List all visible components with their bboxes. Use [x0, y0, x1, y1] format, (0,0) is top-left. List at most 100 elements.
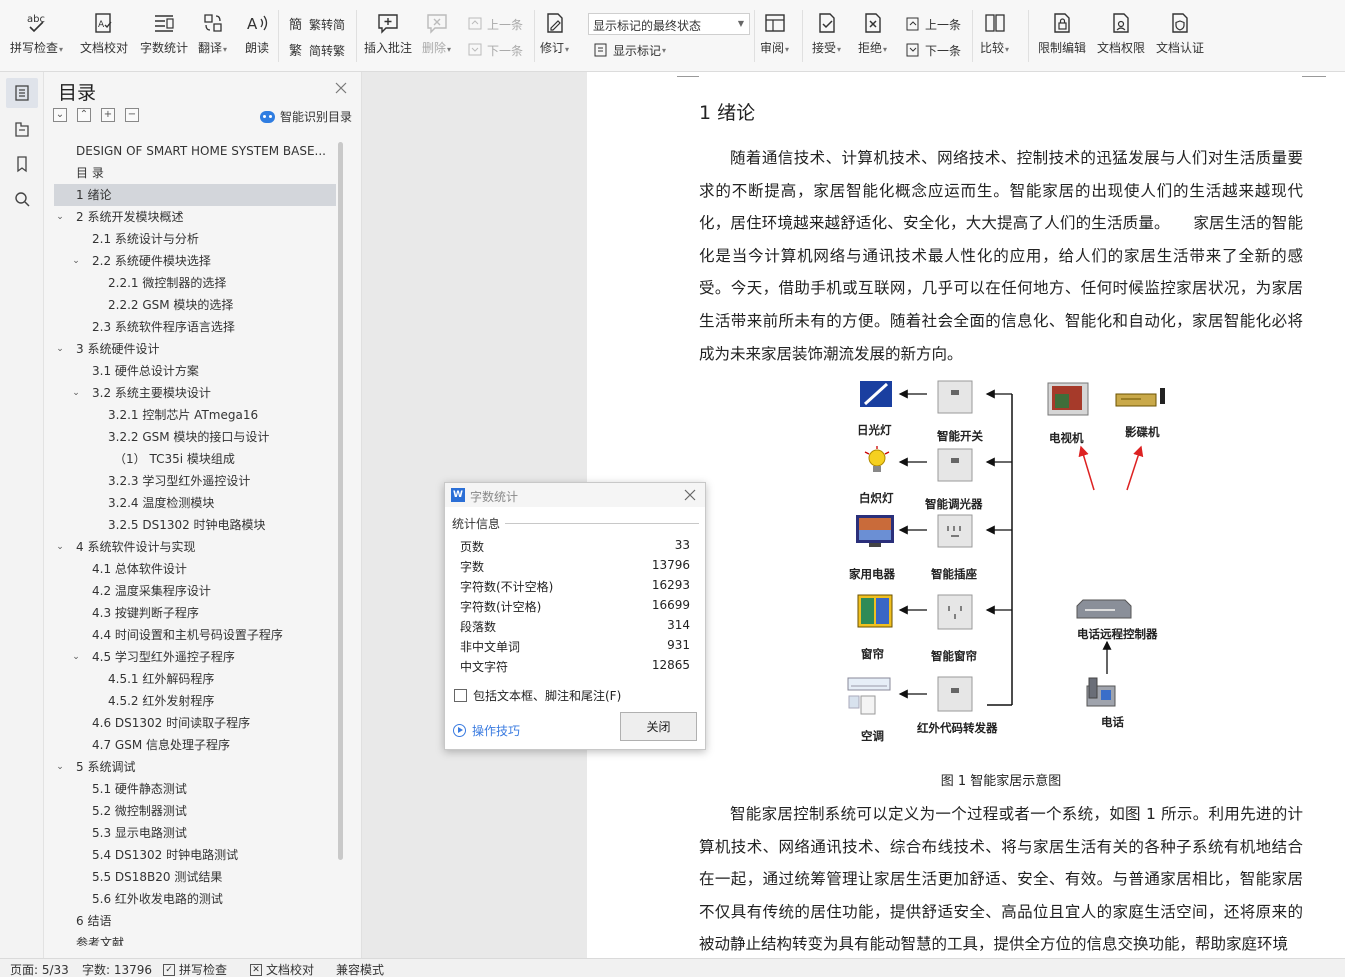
toc-item[interactable]: 5.3 显示电路测试	[54, 822, 336, 844]
toc-item[interactable]: ⌄ 2 系统开发模块概述	[54, 206, 336, 228]
left-nav-strip	[0, 72, 44, 958]
word-count-indicator[interactable]: 字数: 13796	[82, 961, 152, 977]
toc-item[interactable]: 4.6 DS1302 时间读取子程序	[54, 712, 336, 734]
restrict-edit-button[interactable]: 限制编辑	[1038, 8, 1086, 64]
spell-check-button[interactable]: abc 拼写检查▾	[10, 8, 63, 64]
doc-proofread-button[interactable]: A 文档校对	[80, 8, 128, 64]
toc-pane-button[interactable]	[6, 78, 38, 108]
doc-permission-button[interactable]: 文档权限	[1097, 8, 1145, 64]
toc-scrollbar[interactable]	[338, 142, 343, 860]
toc-item[interactable]: ⌄ 5 系统调试	[54, 756, 336, 778]
toc-item-label: 参考文献	[76, 936, 125, 946]
toc-item[interactable]: 2.3 系统软件程序语言选择	[54, 316, 336, 338]
toc-item[interactable]: 4.7 GSM 信息处理子程序	[54, 734, 336, 756]
toc-item[interactable]: 3.2.3 学习型红外遥控设计	[54, 470, 336, 492]
smart-toc-button[interactable]: 智能识别目录	[260, 108, 352, 125]
toc-item[interactable]: 5.6 红外收发电路的测试	[54, 888, 336, 910]
toc-item[interactable]: 3.2.2 GSM 模块的接口与设计	[54, 426, 336, 448]
page-indicator[interactable]: 页面: 5/33	[10, 961, 69, 977]
toc-item[interactable]: ⌄ 3 系统硬件设计	[54, 338, 336, 360]
close-icon[interactable]	[334, 81, 348, 95]
close-icon[interactable]	[683, 488, 697, 502]
tips-link[interactable]: 操作技巧	[453, 722, 520, 739]
show-markup-button[interactable]: 显示标记 ▾	[592, 40, 666, 60]
close-button[interactable]: 关闭	[620, 712, 697, 741]
toc-item-label: 4.3 按键判断子程序	[92, 606, 199, 620]
chevron-down-icon[interactable]: ⌄	[54, 206, 66, 228]
chevron-down-icon[interactable]: ⌄	[70, 382, 82, 404]
section-heading: 1 绪论	[699, 102, 756, 124]
toc-item[interactable]: （1） TC35i 模块组成	[54, 448, 336, 470]
wps-logo-icon: W	[451, 488, 465, 502]
collapse-minus-icon[interactable]: −	[125, 108, 139, 122]
toc-item[interactable]: 4.5.2 红外发射程序	[54, 690, 336, 712]
stats-label: 字符数(不计空格)	[460, 580, 554, 594]
toc-item[interactable]: DESIGN OF SMART HOME SYSTEM BASE...	[54, 140, 336, 162]
toc-item-label: 3.2.1 控制芯片 ATmega16	[108, 408, 259, 422]
collapse-up-icon[interactable]: ⌃	[77, 108, 91, 122]
review-pane-button[interactable]: 审阅▾	[760, 8, 789, 64]
toc-item[interactable]: 4.1 总体软件设计	[54, 558, 336, 580]
chevron-down-icon[interactable]: ⌄	[54, 756, 66, 778]
prev-comment-button[interactable]: 上一条	[466, 14, 523, 34]
toc-item[interactable]: ⌄ 3.2 系统主要模块设计	[54, 382, 336, 404]
chevron-down-icon[interactable]: ⌄	[70, 646, 82, 668]
toc-item[interactable]: 3.2.1 控制芯片 ATmega16	[54, 404, 336, 426]
next-comment-button[interactable]: 下一条	[466, 40, 523, 60]
traditional-to-simplified-button[interactable]: 簡 繁转简	[288, 14, 345, 34]
toc-item[interactable]: 参考文献	[54, 932, 336, 946]
collapse-down-icon[interactable]: ⌄	[53, 108, 67, 122]
toc-item[interactable]: 3.2.5 DS1302 时钟电路模块	[54, 514, 336, 536]
chevron-down-icon[interactable]: ⌄	[70, 250, 82, 272]
prev-change-button[interactable]: 上一条	[904, 14, 961, 34]
toc-item[interactable]: 6 结语	[54, 910, 336, 932]
chapter-nav-button[interactable]	[6, 114, 38, 144]
toc-item[interactable]: 5.4 DS1302 时钟电路测试	[54, 844, 336, 866]
next-change-button[interactable]: 下一条	[904, 40, 961, 60]
toc-item[interactable]: 4.3 按键判断子程序	[54, 602, 336, 624]
toc-item[interactable]: 5.5 DS18B20 测试结果	[54, 866, 336, 888]
markup-state-select[interactable]: 显示标记的最终状态 ▼	[588, 13, 750, 35]
toc-item[interactable]: ⌄ 4.5 学习型红外遥控子程序	[54, 646, 336, 668]
accept-button[interactable]: 接受▾	[812, 8, 841, 64]
ribbon-divider	[356, 10, 357, 62]
toc-item[interactable]: 2.2.2 GSM 模块的选择	[54, 294, 336, 316]
word-count-button[interactable]: 字数统计	[140, 8, 188, 64]
translate-button[interactable]: 翻译▾	[198, 8, 227, 64]
find-button[interactable]	[6, 184, 38, 214]
toc-item[interactable]: 4.5.1 红外解码程序	[54, 668, 336, 690]
toc-item[interactable]: 1 绪论	[54, 184, 336, 206]
toc-item[interactable]: ⌄ 2.2 系统硬件模块选择	[54, 250, 336, 272]
toc-item[interactable]: 3.1 硬件总设计方案	[54, 360, 336, 382]
toc-item[interactable]: 目 录	[54, 162, 336, 184]
toc-item[interactable]: 4.4 时间设置和主机号码设置子程序	[54, 624, 336, 646]
toc-item[interactable]: 3.2.4 温度检测模块	[54, 492, 336, 514]
compare-button[interactable]: 比较▾	[980, 8, 1009, 64]
expand-plus-icon[interactable]: +	[101, 108, 115, 122]
proofread-status[interactable]: ✕ 文档校对	[250, 961, 314, 977]
read-aloud-button[interactable]: A 朗读	[244, 8, 270, 64]
stats-row: 字符数(计空格) 16699	[460, 595, 690, 615]
simplified-to-traditional-button[interactable]: 繁 简转繁	[288, 40, 345, 60]
doc-certify-button[interactable]: 文档认证	[1156, 8, 1204, 64]
diagram-label: 智能插座	[931, 567, 977, 581]
toc-item[interactable]: 5.2 微控制器测试	[54, 800, 336, 822]
track-changes-button[interactable]: 修订▾	[540, 8, 569, 64]
appliance-tv-icon	[856, 515, 894, 547]
include-textbox-checkbox[interactable]: 包括文本框、脚注和尾注(F)	[454, 687, 621, 704]
delete-comment-button[interactable]: 删除▾	[422, 8, 451, 64]
spell-check-status[interactable]: ✓ 拼写检查	[163, 961, 227, 977]
chevron-down-icon[interactable]: ⌄	[54, 338, 66, 360]
chevron-down-icon[interactable]: ⌄	[54, 536, 66, 558]
ribbon-divider	[802, 10, 803, 62]
toc-item[interactable]: 5.1 硬件静态测试	[54, 778, 336, 800]
dialog-title-bar[interactable]: W 字数统计	[445, 483, 705, 507]
toc-item[interactable]: 4.2 温度采集程序设计	[54, 580, 336, 602]
insert-comment-button[interactable]: 插入批注	[364, 8, 412, 64]
toc-item[interactable]: 2.1 系统设计与分析	[54, 228, 336, 250]
svg-text:繁: 繁	[289, 43, 302, 58]
bookmark-button[interactable]	[6, 149, 38, 179]
toc-item[interactable]: 2.2.1 微控制器的选择	[54, 272, 336, 294]
toc-item[interactable]: ⌄ 4 系统软件设计与实现	[54, 536, 336, 558]
reject-button[interactable]: 拒绝▾	[858, 8, 887, 64]
